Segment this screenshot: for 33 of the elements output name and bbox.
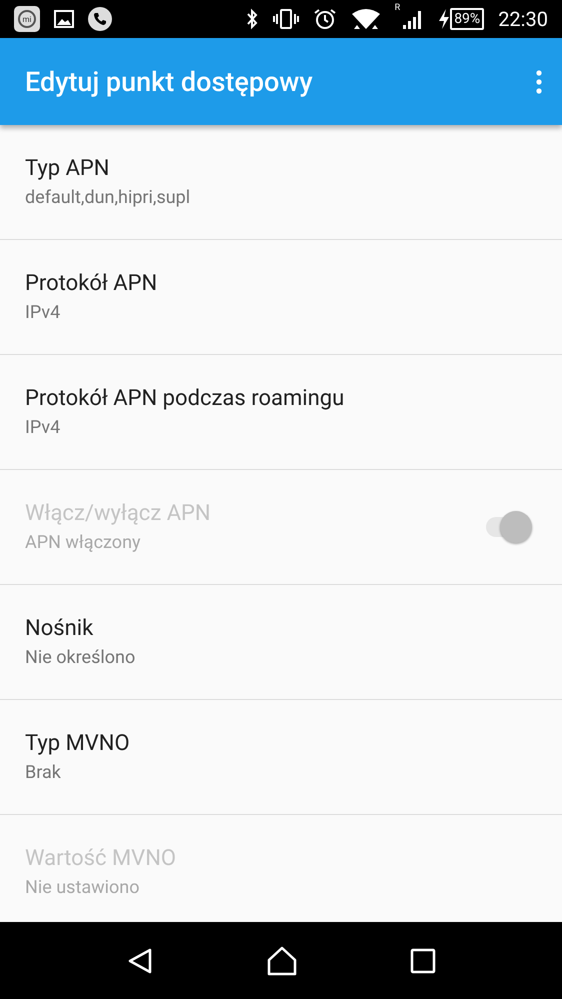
more-vertical-icon bbox=[536, 70, 542, 94]
clock: 22:30 bbox=[498, 7, 548, 31]
setting-summary: IPv4 bbox=[25, 302, 62, 323]
setting-row[interactable]: Nośnik Nie określono bbox=[0, 585, 562, 700]
screen-title: Edytuj punkt dostępowy bbox=[25, 66, 314, 98]
setting-row[interactable]: Protokół APN IPv4 bbox=[0, 240, 562, 355]
alarm-icon bbox=[312, 7, 337, 31]
battery-level: 89% bbox=[450, 8, 484, 30]
setting-row[interactable]: Typ APN default,dun,hipri,supl bbox=[0, 125, 562, 240]
charging-icon bbox=[438, 8, 450, 30]
setting-summary: default,dun,hipri,supl bbox=[25, 187, 192, 208]
setting-title: Nośnik bbox=[25, 616, 94, 641]
setting-summary: APN włączony bbox=[25, 532, 142, 553]
setting-title: Protokół APN podczas roamingu bbox=[25, 386, 346, 411]
phone-icon bbox=[88, 7, 112, 31]
setting-title: Protokół APN bbox=[25, 271, 158, 296]
setting-title: Typ APN bbox=[25, 156, 110, 181]
setting-summary: Brak bbox=[25, 762, 62, 783]
setting-row[interactable]: Protokół APN podczas roamingu IPv4 bbox=[0, 355, 562, 470]
setting-summary: Nie ustawiono bbox=[25, 877, 140, 898]
vibrate-icon bbox=[272, 8, 299, 30]
wifi-icon bbox=[350, 7, 381, 31]
app-notification-icon: mi bbox=[14, 6, 40, 32]
square-icon bbox=[410, 948, 436, 974]
home-icon bbox=[266, 946, 298, 976]
setting-row[interactable]: Typ MVNO Brak bbox=[0, 700, 562, 815]
back-triangle-icon bbox=[126, 946, 154, 974]
bluetooth-icon bbox=[244, 8, 259, 30]
setting-summary: Nie określono bbox=[25, 647, 136, 668]
roaming-indicator: R bbox=[394, 3, 400, 13]
setting-title: Typ MVNO bbox=[25, 731, 131, 756]
image-icon bbox=[54, 10, 74, 28]
setting-summary: IPv4 bbox=[25, 417, 62, 438]
